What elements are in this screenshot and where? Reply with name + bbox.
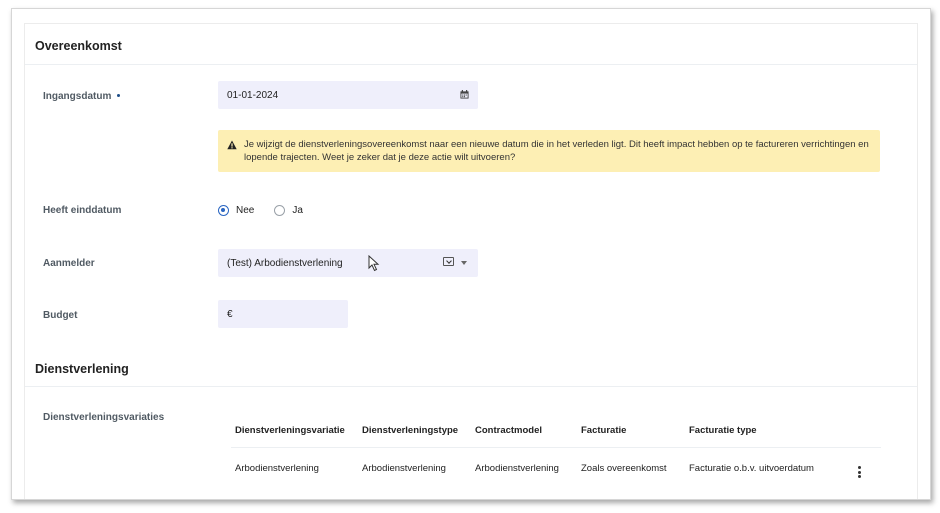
form-card: Overeenkomst Ingangsdatum 01-01-2024 Je …	[24, 23, 918, 499]
aanmelder-select[interactable]: (Test) Arbodienstverlening	[218, 249, 478, 277]
currency-symbol: €	[227, 308, 233, 320]
required-indicator	[117, 93, 121, 97]
table-header-divider	[231, 447, 881, 448]
ingangsdatum-input[interactable]: 01-01-2024	[218, 81, 478, 109]
section-title-overeenkomst: Overeenkomst	[35, 39, 122, 53]
heeft-einddatum-label: Heeft einddatum	[43, 205, 122, 216]
section-divider	[25, 64, 917, 65]
budget-label: Budget	[43, 310, 78, 321]
ingangsdatum-label: Ingangsdatum	[43, 91, 121, 102]
calendar-icon[interactable]	[460, 90, 469, 99]
warning-banner: Je wijzigt de dienstverleningsovereenkom…	[218, 130, 880, 172]
column-header-variatie: Dienstverleningsvariatie	[235, 425, 345, 436]
warning-icon	[227, 140, 237, 150]
column-header-facturatie-type: Facturatie type	[689, 425, 757, 436]
column-header-facturatie: Facturatie	[581, 425, 627, 436]
cell-contractmodel: Arbodienstverlening	[475, 463, 559, 474]
budget-input[interactable]: €	[218, 300, 348, 328]
radio-option-nee[interactable]: Nee	[218, 205, 254, 216]
mouse-cursor-icon	[368, 255, 380, 272]
radio-ja-label[interactable]: Ja	[292, 205, 303, 216]
radio-option-ja[interactable]: Ja	[274, 205, 303, 216]
cell-facturatie: Zoals overeenkomst	[581, 463, 667, 474]
aanmelder-label: Aanmelder	[43, 258, 95, 269]
ingangsdatum-label-text: Ingangsdatum	[43, 91, 112, 102]
radio-ja[interactable]	[274, 205, 286, 216]
main-window: Overeenkomst Ingangsdatum 01-01-2024 Je …	[11, 8, 931, 500]
warning-text: Je wijzigt de dienstverleningsovereenkom…	[244, 139, 869, 163]
chevron-down-icon[interactable]	[461, 261, 467, 265]
cell-facturatie-type: Facturatie o.b.v. uitvoerdatum	[689, 463, 814, 474]
aanmelder-value: (Test) Arbodienstverlening	[227, 257, 343, 269]
section-divider	[25, 386, 917, 387]
cell-type: Arbodienstverlening	[362, 463, 446, 474]
column-header-contractmodel: Contractmodel	[475, 425, 543, 436]
radio-nee[interactable]	[218, 205, 229, 216]
cell-variatie: Arbodienstverlening	[235, 463, 319, 474]
einddatum-radio-group: Nee Ja	[218, 205, 323, 216]
dropdown-toggle-icon[interactable]	[443, 257, 454, 266]
dienstverleningsvariaties-label: Dienstverleningsvariaties	[43, 412, 165, 423]
section-title-dienstverlening: Dienstverlening	[35, 362, 129, 376]
ingangsdatum-value: 01-01-2024	[227, 89, 279, 101]
column-header-type: Dienstverleningstype	[362, 425, 459, 436]
radio-nee-label[interactable]: Nee	[236, 205, 254, 216]
more-actions-icon[interactable]	[858, 466, 861, 480]
